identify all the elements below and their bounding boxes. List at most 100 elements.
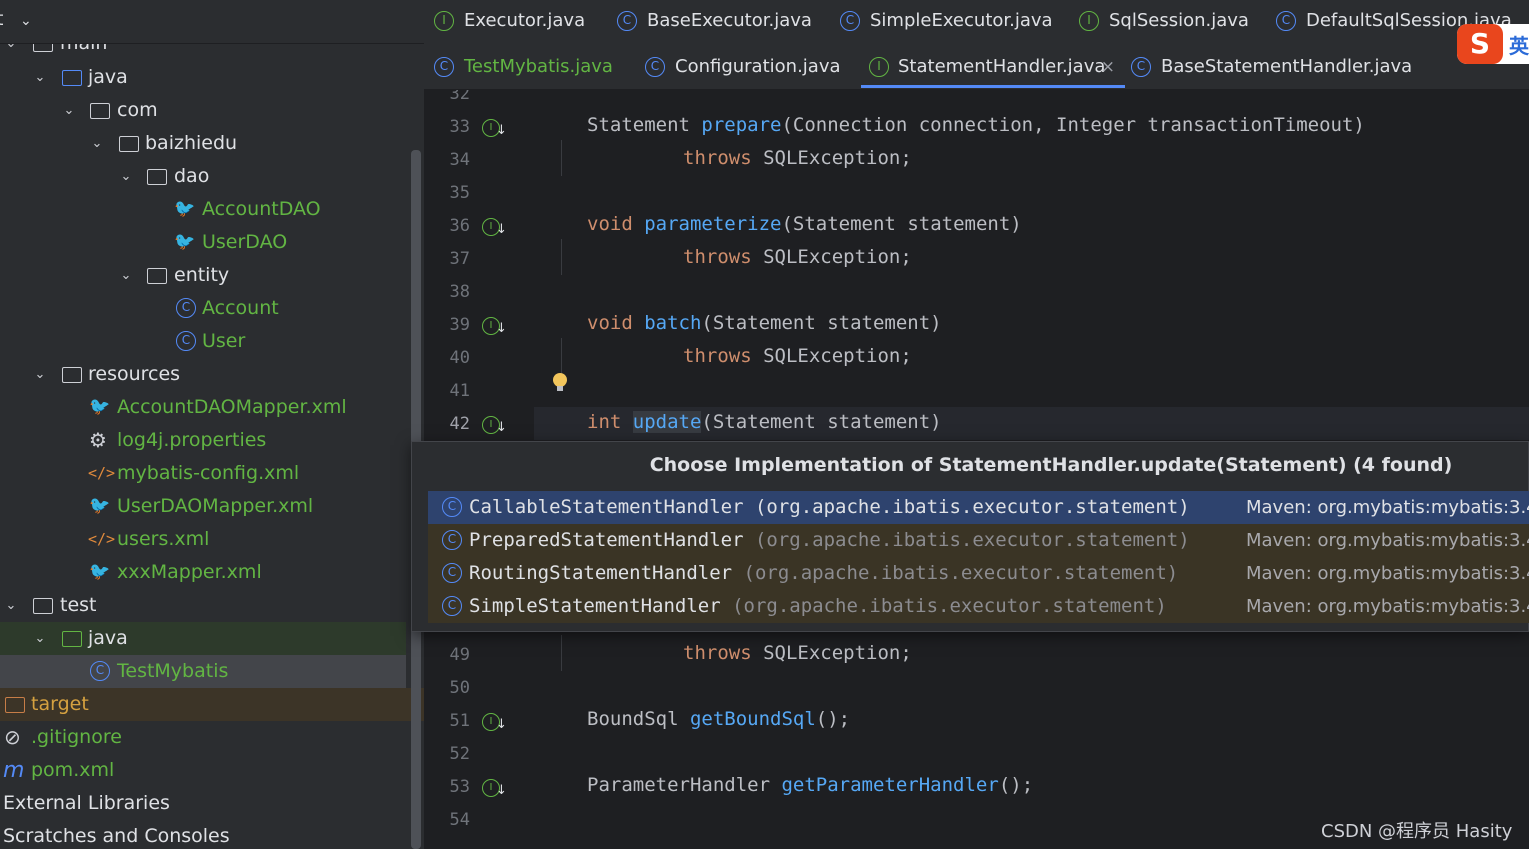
project-tool-window: t ⌄ ⌄ main ⌄ java ⌄ com ⌄ baizhiedu ⌄ da… [0, 0, 424, 849]
code-line-42: int update(Statement statement) [587, 411, 942, 433]
tree-item-test[interactable]: ⌄ test [0, 589, 406, 622]
popup-item-callable[interactable]: C CallableStatementHandler (org.apache.i… [428, 491, 1529, 524]
class-icon: C [90, 661, 110, 681]
line-number: 49 [449, 645, 470, 665]
popup-item-name: SimpleStatementHandler (org.apache.ibati… [469, 595, 1167, 617]
indent-guide [561, 338, 562, 374]
chevron-down-icon[interactable]: ⌄ [89, 127, 105, 160]
tree-item-accountdaomapper[interactable]: 🐦 AccountDAOMapper.xml [0, 391, 406, 424]
popup-item-library: Maven: org.mybatis:mybatis:3.4 [1246, 530, 1529, 551]
chevron-down-icon[interactable]: ⌄ [61, 94, 77, 127]
interface-icon: I [1079, 11, 1099, 31]
tree-item-xxxmapper[interactable]: 🐦 xxxMapper.xml [0, 556, 406, 589]
code-line-39: void batch(Statement statement) [587, 312, 942, 334]
implemented-icon[interactable]: I [482, 713, 507, 732]
xml-icon: </> [88, 464, 116, 482]
tree-item-account[interactable]: C Account [0, 292, 406, 325]
package-icon [119, 136, 139, 152]
ignored-icon: ⊘ [4, 725, 21, 749]
tree-item-label: baizhiedu [145, 132, 238, 154]
tree-item-label: xxxMapper.xml [117, 561, 262, 583]
tree-item-test-java[interactable]: ⌄ java [0, 622, 406, 655]
class-icon: C [617, 11, 637, 31]
chevron-down-icon[interactable]: ⌄ [118, 259, 134, 292]
sogou-logo-icon: S [1457, 24, 1503, 64]
tree-item-external-libraries[interactable]: External Libraries [0, 787, 406, 820]
line-number: 50 [449, 678, 470, 698]
indent-guide [561, 239, 562, 275]
chevron-down-icon[interactable]: ⌄ [32, 61, 48, 94]
chevron-down-icon[interactable]: ⌄ [118, 160, 134, 193]
tree-item-entity[interactable]: ⌄ entity [0, 259, 406, 292]
tree-item-userdao[interactable]: 🐦 UserDAO [0, 226, 406, 259]
tree-item-label: resources [88, 363, 181, 385]
code-line-51: BoundSql getBoundSql(); [587, 708, 851, 730]
tab-label: StatementHandler.java [898, 56, 1106, 77]
tab-label: SimpleExecutor.java [870, 10, 1053, 31]
popup-title: Choose Implementation of StatementHandle… [649, 454, 1453, 476]
tree-item-target[interactable]: target [0, 688, 424, 721]
tree-item-com[interactable]: ⌄ com [0, 94, 406, 127]
editor-tabs: I Executor.java C BaseExecutor.java C Si… [424, 0, 1529, 90]
tree-item-label: UserDAO [202, 231, 288, 253]
tree-item-log4j[interactable]: ⚙ log4j.properties [0, 424, 406, 457]
mybatis-mapper-icon: 🐦 [174, 232, 196, 252]
tree-item-testmybatis[interactable]: C TestMybatis [0, 655, 406, 688]
line-number: 32 [449, 90, 470, 104]
chevron-down-icon[interactable]: ⌄ [32, 358, 48, 391]
class-icon: C [442, 596, 462, 616]
package-icon [147, 169, 167, 185]
ime-indicator[interactable]: S 英 [1457, 24, 1529, 64]
lightbulb-icon[interactable] [553, 373, 567, 393]
tree-item-baizhiedu[interactable]: ⌄ baizhiedu [0, 127, 406, 160]
implemented-icon[interactable]: I [482, 416, 507, 435]
popup-item-library: Maven: org.mybatis:mybatis:3.4 [1246, 563, 1529, 584]
implemented-icon[interactable]: I [482, 317, 507, 336]
interface-icon: I [869, 57, 889, 77]
tree-item-accountdao[interactable]: 🐦 AccountDAO [0, 193, 406, 226]
class-icon: C [1276, 11, 1296, 31]
class-icon: C [176, 331, 196, 351]
tree-item-scratches[interactable]: Scratches and Consoles [0, 820, 406, 849]
implemented-icon[interactable]: I [482, 779, 507, 798]
mybatis-xml-icon: 🐦 [89, 397, 111, 417]
tree-item-label: dao [174, 165, 210, 187]
class-icon: C [840, 11, 860, 31]
test-source-folder-icon [62, 631, 82, 647]
gear-icon: ⚙ [89, 428, 107, 452]
implemented-icon[interactable]: I [482, 218, 507, 237]
package-icon [90, 103, 110, 119]
chevron-down-icon[interactable]: ⌄ [3, 589, 19, 622]
tree-item-label: .gitignore [31, 726, 122, 748]
tree-item-mybatis-config[interactable]: </> mybatis-config.xml [0, 457, 406, 490]
line-number: 40 [449, 348, 470, 368]
line-number: 51 [449, 711, 470, 731]
mybatis-xml-icon: 🐦 [89, 496, 111, 516]
tree-item-dao[interactable]: ⌄ dao [0, 160, 406, 193]
tree-item-label: AccountDAO [202, 198, 321, 220]
tree-item-userdaomapper[interactable]: 🐦 UserDAOMapper.xml [0, 490, 406, 523]
tree-item-user[interactable]: C User [0, 325, 406, 358]
tab-statementhandler[interactable]: I StatementHandler.java × [861, 46, 1125, 88]
popup-item-prepared[interactable]: C PreparedStatementHandler (org.apache.i… [428, 524, 1529, 557]
tree-item-label: AccountDAOMapper.xml [117, 396, 347, 418]
project-title[interactable]: t [0, 8, 3, 30]
popup-item-routing[interactable]: C RoutingStatementHandler (org.apache.ib… [428, 557, 1529, 590]
mybatis-mapper-icon: 🐦 [174, 199, 196, 219]
tree-item-label: log4j.properties [117, 429, 267, 451]
tree-item-users-xml[interactable]: </> users.xml [0, 523, 406, 556]
chevron-down-icon[interactable]: ⌄ [20, 13, 32, 29]
popup-item-simple[interactable]: C SimpleStatementHandler (org.apache.iba… [428, 590, 1529, 623]
project-header: t ⌄ [0, 0, 424, 44]
close-icon[interactable]: × [1101, 46, 1115, 88]
tree-item-resources[interactable]: ⌄ resources [0, 358, 406, 391]
choose-implementation-popup: Choose Implementation of StatementHandle… [411, 441, 1529, 632]
tree-item-pom[interactable]: m pom.xml [0, 754, 406, 787]
implemented-icon[interactable]: I [482, 119, 507, 138]
chevron-down-icon[interactable]: ⌄ [32, 622, 48, 655]
code-line-36: void parameterize(Statement statement) [587, 213, 1022, 235]
tab-label: TestMybatis.java [464, 56, 613, 77]
tree-item-java[interactable]: ⌄ java [0, 61, 406, 94]
tree-item-label: Scratches and Consoles [3, 825, 230, 847]
tree-item-gitignore[interactable]: ⊘ .gitignore [0, 721, 406, 754]
